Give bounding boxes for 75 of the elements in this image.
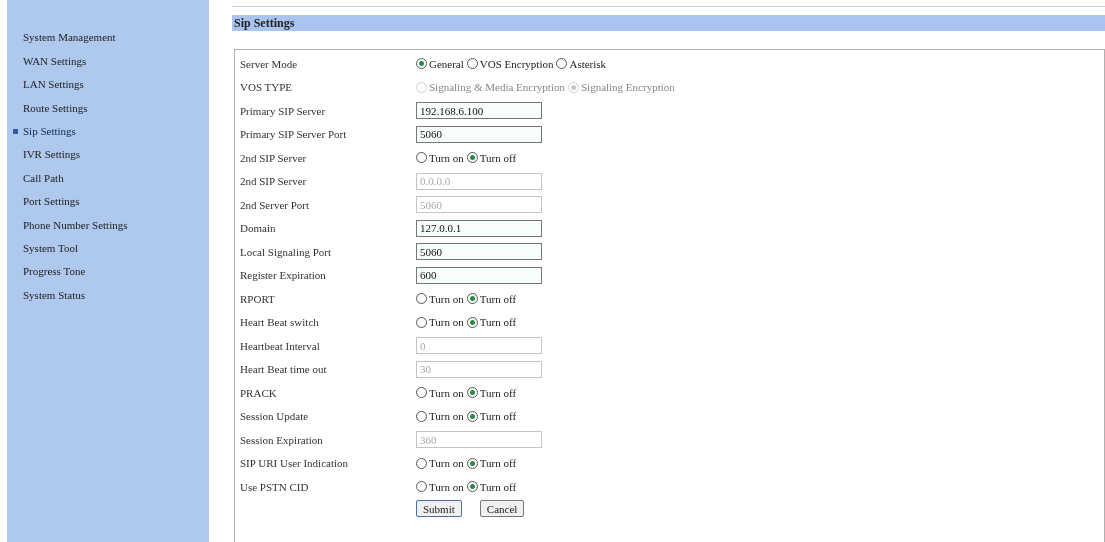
sidebar-item[interactable]: System Tool xyxy=(23,239,78,257)
sidebar-item[interactable]: Call Path xyxy=(23,169,64,187)
radio-button[interactable] xyxy=(466,481,478,493)
radio-button[interactable] xyxy=(416,316,427,328)
radio-label: Turn on xyxy=(429,409,464,424)
field-label: 2nd SIP Server xyxy=(240,150,308,166)
radio-button[interactable] xyxy=(466,58,478,70)
sidebar-item[interactable]: IVR Settings xyxy=(23,146,81,163)
radio-button[interactable] xyxy=(466,410,478,422)
radio-button[interactable] xyxy=(466,152,478,164)
field-label: Domain xyxy=(240,221,277,236)
radio-button[interactable] xyxy=(416,293,427,305)
field-label: Local Signaling Port xyxy=(240,244,333,260)
radio-button[interactable] xyxy=(556,58,568,70)
radio-label: Turn off xyxy=(479,479,517,495)
submit-button[interactable]: Submit xyxy=(416,499,462,517)
text-field[interactable]: 127.0.0.1 xyxy=(416,219,542,237)
sidebar-item[interactable]: WAN Settings xyxy=(23,52,87,70)
section-title: Sip Settings xyxy=(234,15,295,32)
radio-label: Turn off xyxy=(479,409,517,424)
text-field[interactable]: 5060 xyxy=(416,243,542,261)
field-label: Primary SIP Server xyxy=(240,103,327,119)
radio-label: Turn off xyxy=(479,291,517,307)
field-label: Server Mode xyxy=(240,56,299,72)
field-label: Heart Beat time out xyxy=(240,362,328,377)
radio-label: General xyxy=(429,56,464,72)
radio-button[interactable] xyxy=(416,457,427,469)
radio-button[interactable] xyxy=(466,387,478,399)
radio-label: Turn on xyxy=(429,315,464,330)
radio-label: Turn on xyxy=(429,385,464,401)
radio-button[interactable] xyxy=(466,293,478,305)
radio-label: Turn off xyxy=(479,150,517,166)
sidebar-item[interactable]: LAN Settings xyxy=(23,76,84,93)
sidebar-item[interactable]: Port Settings xyxy=(23,193,80,210)
radio-label: Turn on xyxy=(429,479,464,495)
radio-button[interactable] xyxy=(416,410,427,422)
field-label: SIP URI User Indication xyxy=(240,456,350,471)
text-field[interactable]: 192.168.6.100 xyxy=(416,102,542,120)
field-label: 2nd Server Port xyxy=(240,197,311,213)
radio-button[interactable] xyxy=(416,387,427,399)
cancel-button[interactable]: Cancel xyxy=(479,499,525,517)
field-label: VOS TYPE xyxy=(240,80,294,95)
sidebar-item[interactable]: System Management xyxy=(23,29,116,46)
field-label: Heart Beat switch xyxy=(240,315,320,330)
text-field[interactable]: 5060 xyxy=(416,125,542,143)
field-label: RPORT xyxy=(240,291,276,307)
field-label: Heartbeat Interval xyxy=(240,338,321,354)
sidebar-item[interactable]: Progress Tone xyxy=(23,263,86,280)
field-label: 2nd SIP Server xyxy=(240,174,308,189)
sidebar-item[interactable]: Phone Number Settings xyxy=(23,216,128,234)
field-label: Register Expiration xyxy=(240,268,327,283)
field-label: Primary SIP Server Port xyxy=(240,127,348,142)
sidebar-item[interactable]: Sip Settings xyxy=(23,123,76,140)
radio-label: Turn on xyxy=(429,291,464,307)
radio-button[interactable] xyxy=(416,481,427,493)
field-label: Use PSTN CID xyxy=(240,479,310,495)
field-label: PRACK xyxy=(240,385,278,401)
radio-label: Turn off xyxy=(479,385,517,401)
radio-button[interactable] xyxy=(466,316,478,328)
radio-label: Turn off xyxy=(479,315,517,330)
radio-button[interactable] xyxy=(416,152,427,164)
radio-label: Signaling & Media Encryption xyxy=(429,80,565,95)
radio-label: Turn off xyxy=(479,456,517,471)
sidebar-item[interactable]: Route Settings xyxy=(23,99,88,117)
radio-label: VOS Encryption xyxy=(479,56,554,72)
sidebar-item[interactable]: System Status xyxy=(23,286,86,304)
radio-label: Signaling Encryption xyxy=(580,80,675,95)
field-label: Session Update xyxy=(240,409,310,424)
radio-label: Asterisk xyxy=(569,56,607,72)
field-label: Session Expiration xyxy=(240,432,324,448)
radio-label: Turn on xyxy=(429,456,464,471)
radio-button[interactable] xyxy=(416,58,427,70)
radio-label: Turn on xyxy=(429,150,464,166)
radio-button[interactable] xyxy=(466,457,478,469)
text-field[interactable]: 600 xyxy=(416,266,542,284)
